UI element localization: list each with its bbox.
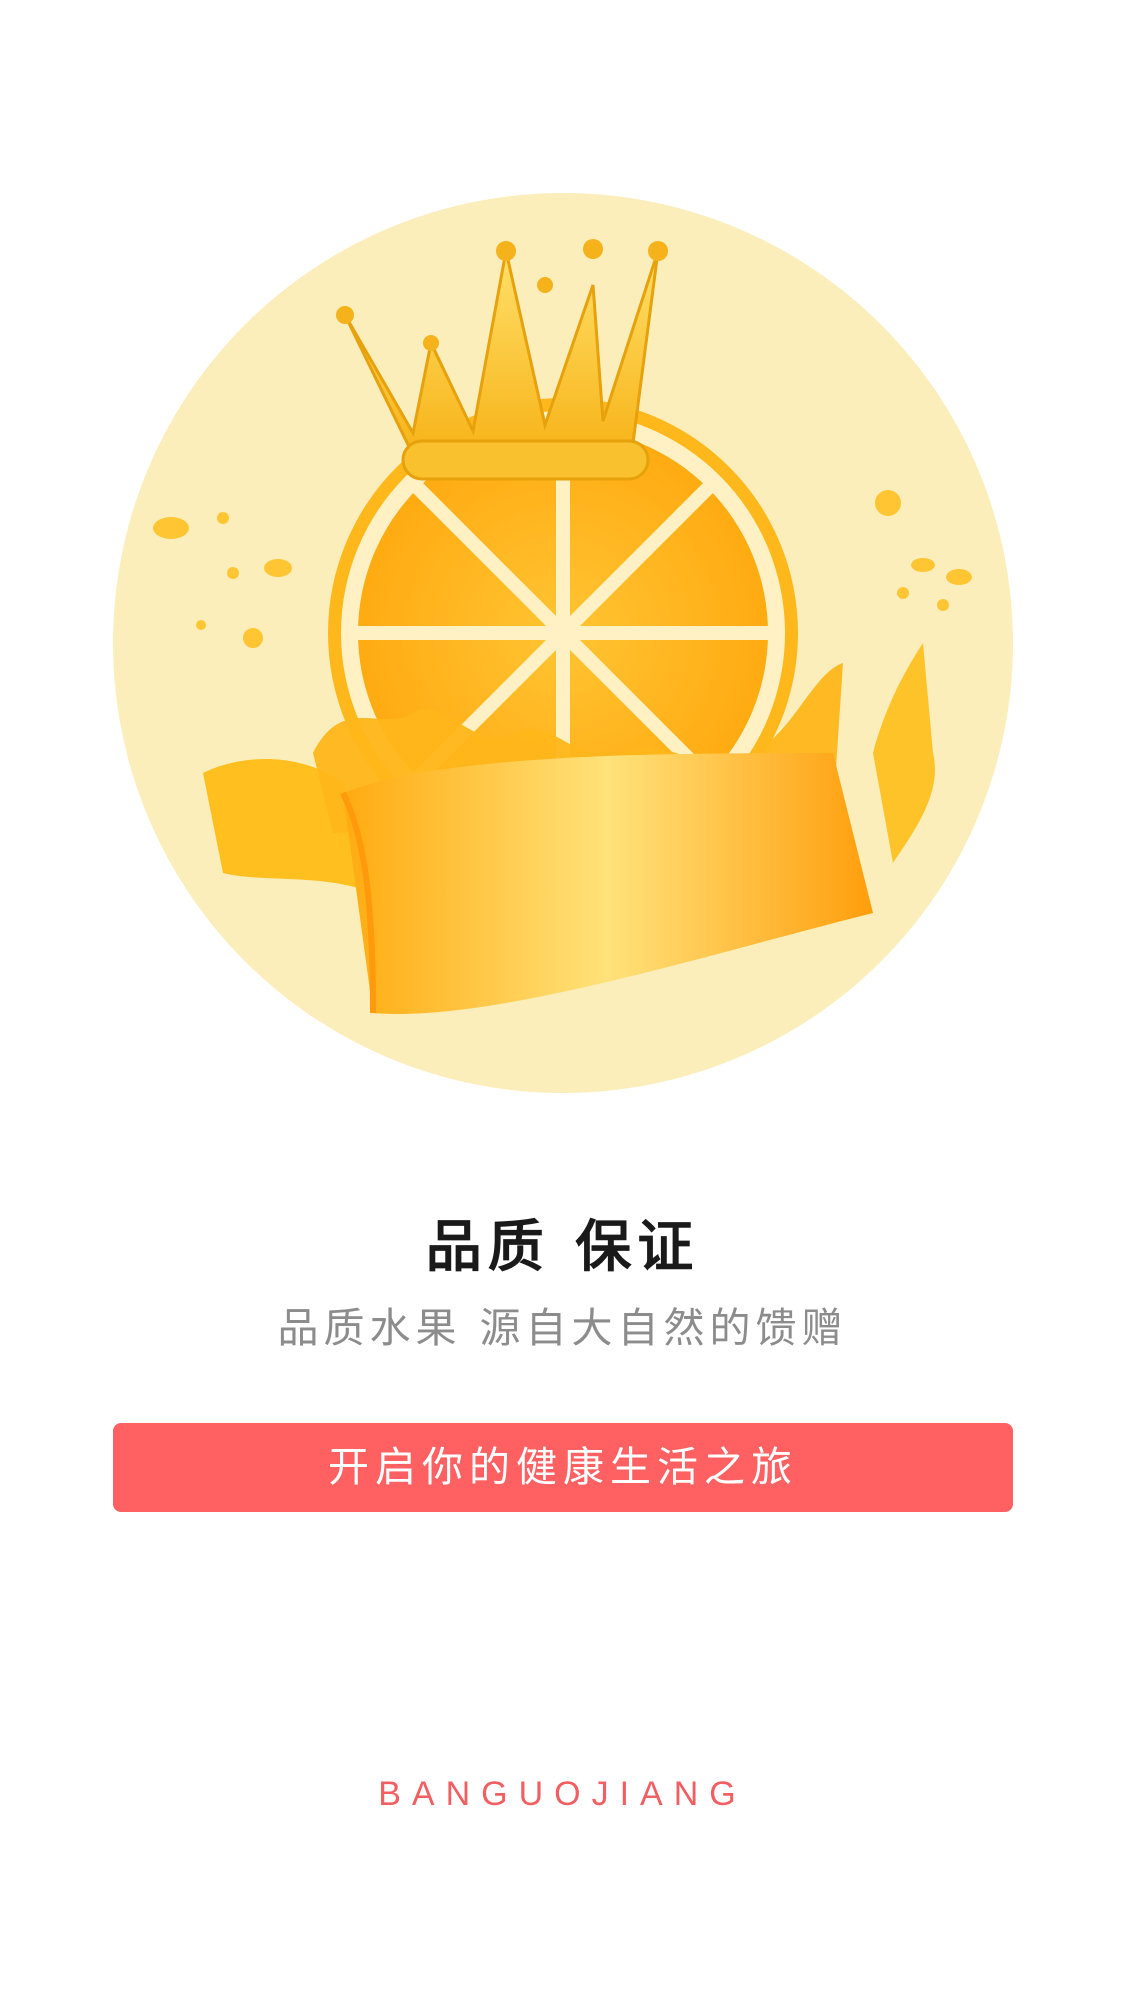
hero-illustration <box>113 193 1013 1093</box>
page-subtitle: 品质水果 源自大自然的馈赠 <box>277 1304 848 1352</box>
brand-wordmark: BANGUOJIANG <box>378 1775 747 1813</box>
start-journey-button[interactable]: 开启你的健康生活之旅 <box>113 1423 1013 1512</box>
page-title: 品质 保证 <box>425 1215 700 1280</box>
orange-crown-illustration <box>113 193 1013 1093</box>
